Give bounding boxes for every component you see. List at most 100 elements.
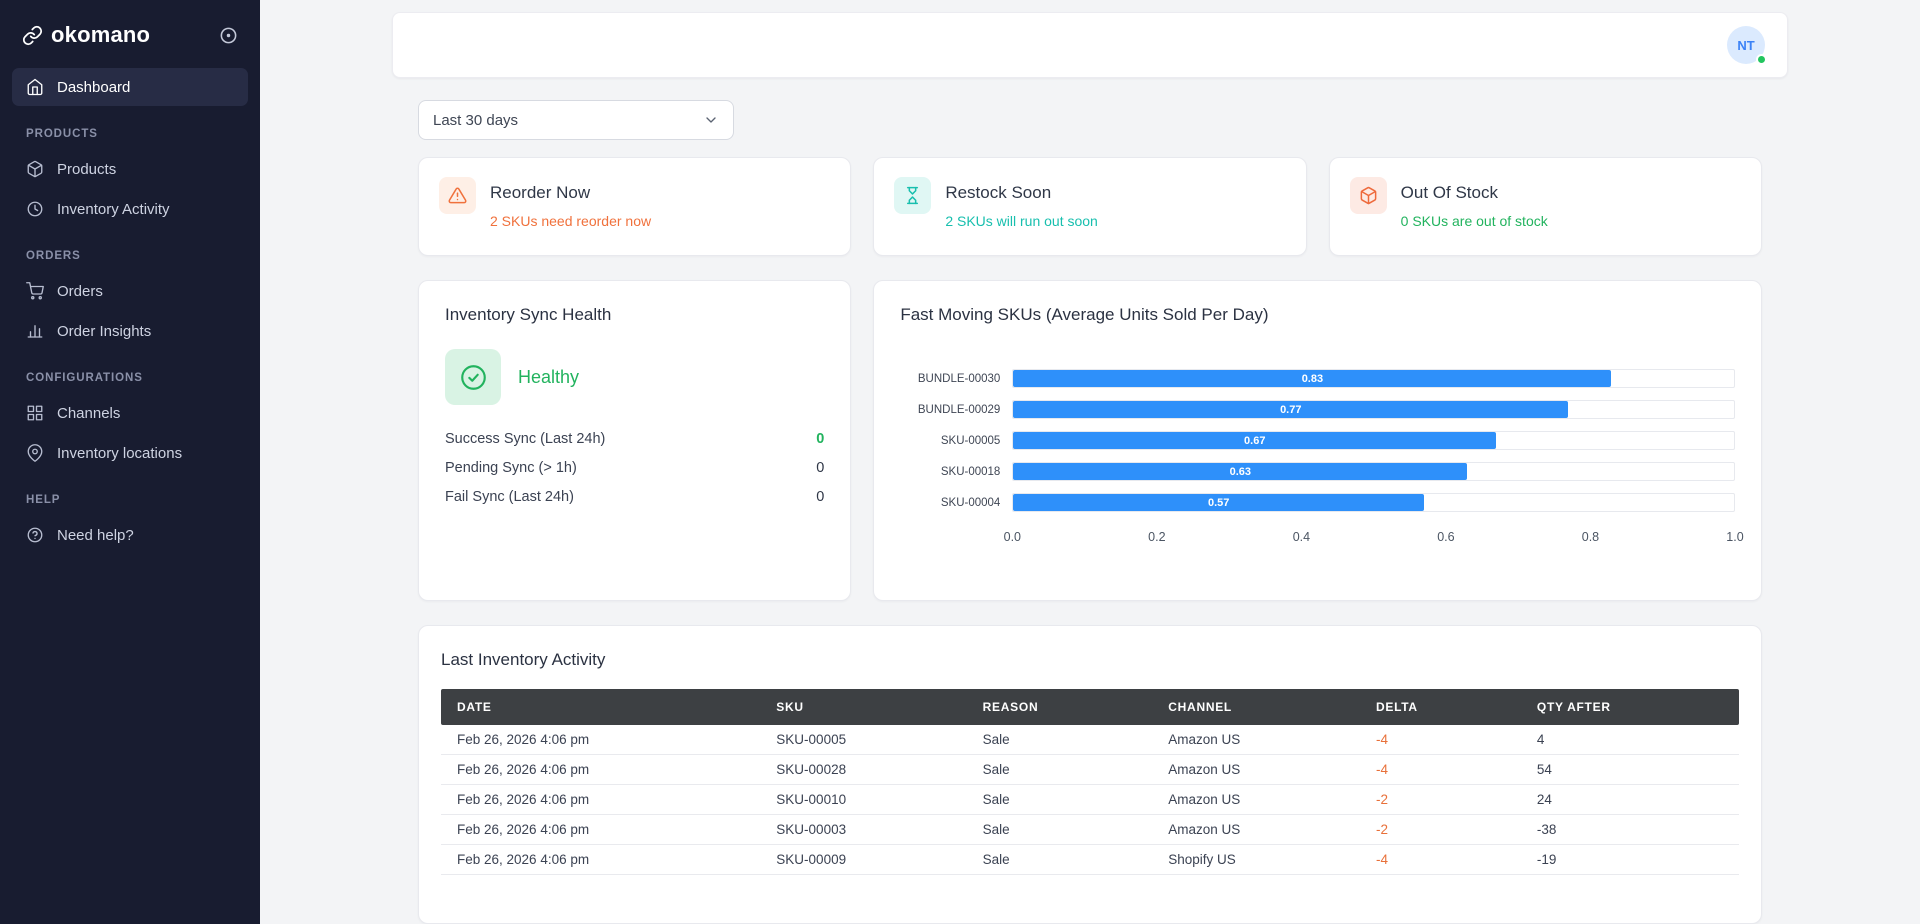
sync-row-value: 0: [816, 489, 825, 505]
sidebar-item-label: Inventory locations: [57, 444, 183, 462]
activity-table-header: DATE SKU REASON CHANNEL DELTA QTY AFTER: [441, 689, 1739, 725]
help-circle-icon: [27, 527, 43, 543]
cell-delta: -4: [1359, 844, 1521, 875]
sidebar-collapse-button[interactable]: [217, 24, 240, 47]
chart-row: SKU-00004 0.57: [900, 487, 1735, 518]
stat-card-title: Out Of Stock: [1400, 183, 1498, 202]
activity-table-body: Feb 26, 2026 4:06 pm SKU-00005 Sale Amazon …: [441, 725, 1739, 875]
avatar-initials: NT: [1737, 37, 1755, 53]
column-header: DELTA: [1359, 689, 1521, 725]
bar: 0.77: [1013, 401, 1569, 418]
cell-date: Feb 26, 2026 4:06 pm: [441, 844, 761, 875]
bar-chart: BUNDLE-00030 0.83 BUNDLE-00029 0.77 SKU-0000…: [900, 363, 1744, 548]
date-range-value: Last 30 days: [433, 111, 519, 129]
stat-card-reorder-now[interactable]: Reorder Now 2 SKUs need reorder now: [418, 157, 852, 256]
sidebar-nav: Dashboard PRODUCTS Products Inventory Ac…: [0, 66, 260, 556]
chart-title: Fast Moving SKUs (Average Units Sold Per…: [900, 305, 1269, 324]
column-header: CHANNEL: [1152, 689, 1360, 725]
section-header-help: HELP: [26, 494, 61, 506]
table-row: Feb 26, 2026 4:06 pm SKU-00028 Sale Amazon …: [441, 754, 1739, 785]
sync-row-label: Fail Sync (Last 24h): [445, 489, 574, 505]
sidebar-item-inventory-activity[interactable]: Inventory Activity: [12, 190, 248, 228]
chart-row: SKU-00005 0.67: [900, 425, 1735, 456]
cell-reason: Sale: [966, 814, 1153, 845]
cell-reason: Sale: [966, 784, 1153, 815]
sidebar-item-label: Products: [57, 160, 117, 178]
sync-rows: Success Sync (Last 24h) 0 Pending Sync (…: [445, 431, 824, 505]
sidebar-item-label: Dashboard: [57, 78, 131, 96]
cell-channel: Amazon US: [1152, 784, 1360, 815]
table-header-row: DATE SKU REASON CHANNEL DELTA QTY AFTER: [441, 689, 1739, 725]
cell-delta: -2: [1359, 784, 1521, 815]
sidebar-item-need-help[interactable]: Need help?: [12, 516, 248, 554]
cell-reason: Sale: [966, 844, 1153, 875]
cell-channel: Amazon US: [1152, 814, 1360, 845]
chart-row: BUNDLE-00029 0.77: [900, 394, 1735, 425]
cell-delta: -4: [1359, 754, 1521, 785]
bar: 0.67: [1013, 432, 1497, 449]
sidebar-item-label: Inventory Activity: [57, 200, 170, 218]
bar-value-label: 0.83: [1301, 372, 1324, 385]
sidebar-item-label: Channels: [57, 404, 121, 422]
bar-category-label: BUNDLE-00029: [917, 403, 1001, 416]
chart-row: SKU-00018 0.63: [900, 456, 1735, 487]
x-tick-label: 0.0: [1003, 530, 1022, 544]
check-circle-icon: [445, 349, 501, 405]
activity-table-title: Last Inventory Activity: [441, 650, 606, 669]
warning-triangle-icon: [439, 177, 476, 214]
bar-category-label: SKU-00018: [940, 465, 1001, 478]
stat-card-restock-soon[interactable]: Restock Soon 2 SKUs will run out soon: [873, 157, 1307, 256]
x-tick-label: 0.4: [1292, 530, 1311, 544]
column-header: REASON: [966, 689, 1153, 725]
bar-value-label: 0.57: [1208, 496, 1230, 509]
stat-card-title: Reorder Now: [490, 183, 591, 202]
sidebar-item-inventory-locations[interactable]: Inventory locations: [12, 434, 248, 472]
link-icon: [22, 25, 43, 45]
main-area: NT Last 30 days Reorder Now 2 SKUs need …: [260, 0, 1920, 924]
x-tick-label: 0.6: [1437, 530, 1455, 544]
topbar: NT: [392, 12, 1788, 78]
chevron-down-icon: [706, 117, 716, 123]
chart-x-axis: 0.0 0.2 0.4 0.6 0.8 1.0: [1004, 530, 1744, 548]
cell-channel: Shopify US: [1152, 844, 1360, 875]
cell-sku: SKU-00009: [760, 844, 967, 875]
x-tick-label: 1.0: [1726, 530, 1744, 544]
sidebar-item-products[interactable]: Products: [12, 150, 248, 188]
cell-channel: Amazon US: [1152, 725, 1360, 755]
fast-moving-skus-card: Fast Moving SKUs (Average Units Sold Per…: [873, 280, 1762, 601]
stat-card-out-of-stock[interactable]: Out Of Stock 0 SKUs are out of stock: [1328, 157, 1762, 256]
sidebar-item-label: Orders: [57, 282, 103, 300]
date-range-select[interactable]: Last 30 days: [418, 100, 734, 140]
cell-qty_after: 4: [1520, 725, 1739, 755]
cell-sku: SKU-00010: [760, 784, 967, 815]
last-inventory-activity-card: Last Inventory Activity DATE SKU REASON CHA…: [418, 625, 1762, 924]
sidebar-item-order-insights[interactable]: Order Insights: [12, 312, 248, 350]
column-header: SKU: [760, 689, 967, 725]
section-header-configurations: CONFIGURATIONS: [26, 372, 143, 384]
bar-value-label: 0.67: [1244, 434, 1266, 447]
logo-row: okomano: [0, 0, 260, 66]
home-icon: [27, 78, 43, 96]
cell-sku: SKU-00003: [760, 814, 967, 845]
sync-row-success: Success Sync (Last 24h) 0: [445, 431, 824, 447]
cell-channel: Amazon US: [1152, 754, 1360, 785]
sync-row-fail: Fail Sync (Last 24h) 0: [445, 489, 824, 505]
cell-date: Feb 26, 2026 4:06 pm: [441, 784, 761, 815]
bar: 0.83: [1013, 370, 1612, 387]
sidebar-item-channels[interactable]: Channels: [12, 394, 248, 432]
bar-track: 0.57: [1012, 493, 1735, 512]
x-tick-label: 0.2: [1148, 530, 1166, 544]
cell-qty_after: 54: [1520, 754, 1739, 785]
bar-chart-rows: BUNDLE-00030 0.83 BUNDLE-00029 0.77 SKU-0000…: [900, 363, 1735, 518]
bar-value-label: 0.63: [1229, 465, 1252, 478]
sidebar-item-orders[interactable]: Orders: [12, 272, 248, 310]
sync-row-pending: Pending Sync (> 1h) 0: [445, 460, 824, 476]
sidebar-item-dashboard[interactable]: Dashboard: [12, 68, 248, 106]
sync-row-value: 0: [816, 431, 825, 447]
sync-row-value: 0: [816, 460, 825, 476]
dashboard-content: Last 30 days Reorder Now 2 SKUs need reo…: [392, 78, 1788, 924]
sidebar-item-label: Need help?: [57, 526, 134, 544]
cell-qty_after: 24: [1520, 784, 1739, 815]
user-avatar[interactable]: NT: [1727, 26, 1767, 65]
section-header-orders: ORDERS: [26, 250, 81, 262]
